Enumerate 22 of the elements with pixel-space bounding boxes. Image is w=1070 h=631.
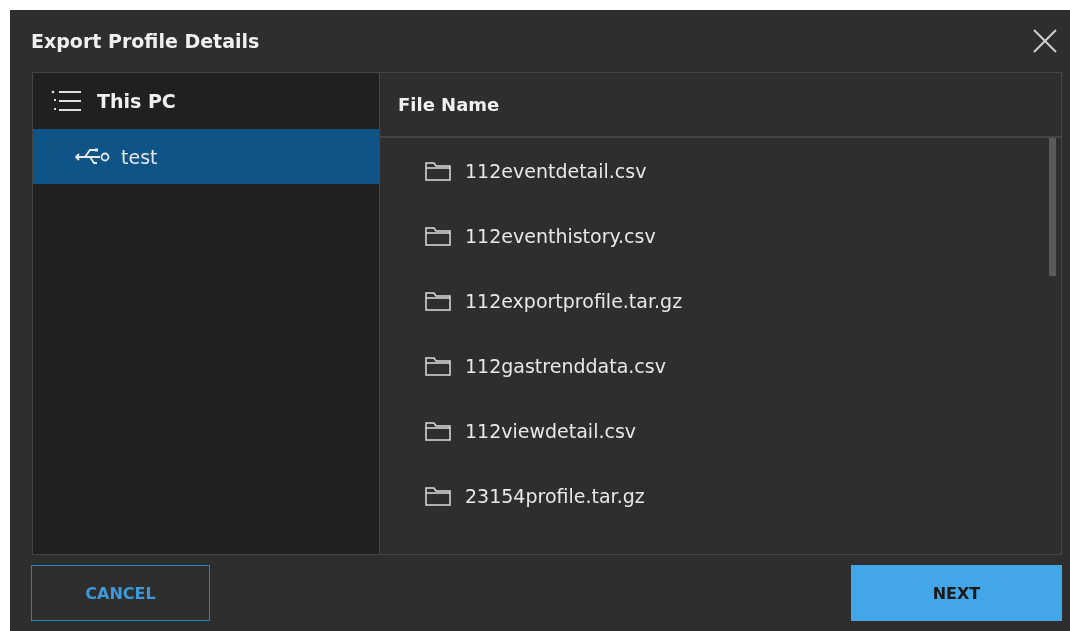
tree-item[interactable]: test <box>33 129 379 184</box>
folder-icon <box>425 225 451 246</box>
next-button[interactable]: NEXT <box>851 565 1062 621</box>
tree-list-icon <box>51 89 83 113</box>
column-header: File Name <box>398 94 500 115</box>
tree-root-label[interactable]: This PC <box>97 90 176 112</box>
dialog-title: Export Profile Details <box>31 30 260 52</box>
cancel-button[interactable]: CANCEL <box>31 565 210 621</box>
file-name[interactable]: 112eventdetail.csv <box>465 159 647 182</box>
folder-icon <box>425 420 451 441</box>
file-name[interactable]: 112viewdetail.csv <box>465 419 637 442</box>
folder-icon <box>425 290 451 311</box>
folder-icon <box>425 485 451 506</box>
folder-icon <box>425 160 451 181</box>
file-name[interactable]: 112eventhistory.csv <box>465 224 656 247</box>
folder-icon <box>425 355 451 376</box>
scrollbar-thumb[interactable] <box>1049 138 1056 276</box>
file-name[interactable]: 112gastrenddata.csv <box>465 354 666 377</box>
close-icon <box>1032 28 1058 54</box>
file-name[interactable]: 112exportprofile.tar.gz <box>465 289 683 312</box>
close-button[interactable] <box>1032 28 1058 54</box>
file-name[interactable]: 23154profile.tar.gz <box>465 484 645 507</box>
